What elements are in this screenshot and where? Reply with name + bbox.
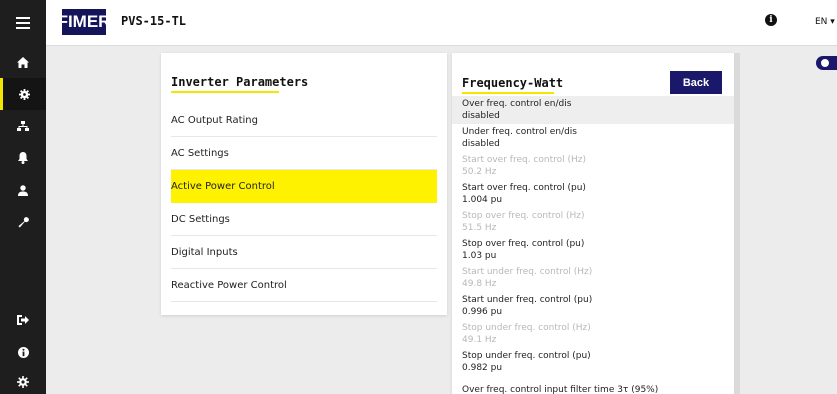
network-icon bbox=[17, 120, 29, 131]
wrench-icon bbox=[17, 216, 29, 228]
inverter-parameters-card: Inverter Parameters AC Output Rating AC … bbox=[161, 53, 447, 315]
sidebar-item-network[interactable] bbox=[0, 110, 46, 142]
param-value: 49.1 Hz bbox=[462, 335, 497, 345]
param-value: 51.5 Hz bbox=[462, 223, 497, 233]
param-label: Start under freq. control (pu) bbox=[462, 295, 593, 305]
fimer-logo: FIMER bbox=[58, 9, 110, 35]
param-label: Stop over freq. control (Hz) bbox=[462, 211, 585, 221]
param-stop-over-freq-hz: Stop over freq. control (Hz) 51.5 Hz bbox=[452, 208, 734, 236]
menu-item-ac-output-rating[interactable]: AC Output Rating bbox=[171, 104, 437, 137]
back-button[interactable]: Back bbox=[670, 71, 722, 94]
frequency-watt-card: Frequency-Watt Back Over freq. control e… bbox=[452, 53, 734, 394]
menu-item-label: Digital Inputs bbox=[171, 246, 238, 258]
param-label: Start under freq. control (Hz) bbox=[462, 267, 593, 277]
user-icon bbox=[18, 184, 28, 196]
frequency-watt-title-text: Frequency-Watt bbox=[462, 76, 564, 90]
content-scrollbar[interactable] bbox=[734, 53, 740, 394]
param-start-over-freq-hz: Start over freq. control (Hz) 50.2 Hz bbox=[452, 152, 734, 180]
sidebar-item-home[interactable] bbox=[0, 46, 46, 78]
param-stop-over-freq-pu[interactable]: Stop over freq. control (pu) 1.03 pu bbox=[452, 236, 734, 264]
settings-cog-icon bbox=[17, 376, 29, 388]
param-label: Stop under freq. control (Hz) bbox=[462, 323, 591, 333]
param-label: Start over freq. control (pu) bbox=[462, 183, 586, 193]
inverter-parameters-title-text: Inverter Parameters bbox=[171, 75, 309, 89]
menu-item-reactive-power-control[interactable]: Reactive Power Control bbox=[171, 269, 437, 302]
sidebar-item-tools[interactable] bbox=[0, 206, 46, 238]
param-value: 50.2 Hz bbox=[462, 167, 497, 177]
param-under-freq-control-en-dis[interactable]: Under freq. control en/dis disabled bbox=[452, 124, 734, 152]
sidebar-item-logout[interactable] bbox=[0, 304, 46, 336]
menu-item-label: Reactive Power Control bbox=[171, 279, 287, 291]
sidebar-item-alerts[interactable] bbox=[0, 142, 46, 174]
top-bar: FIMER PVS-15-TL i EN ▾ bbox=[0, 0, 837, 46]
logout-icon bbox=[17, 315, 29, 325]
sidebar bbox=[0, 46, 46, 394]
sidebar-item-settings[interactable] bbox=[0, 78, 46, 110]
bell-icon bbox=[18, 152, 28, 164]
param-label: Under freq. control en/dis bbox=[462, 127, 577, 137]
param-label: Stop over freq. control (pu) bbox=[462, 239, 585, 249]
param-value: disabled bbox=[462, 139, 500, 149]
param-over-freq-control-en-dis[interactable]: Over freq. control en/dis disabled bbox=[452, 96, 734, 124]
param-stop-under-freq-hz: Stop under freq. control (Hz) 49.1 Hz bbox=[452, 320, 734, 348]
menu-item-label: DC Settings bbox=[171, 213, 230, 225]
sidebar-item-system[interactable] bbox=[0, 366, 46, 394]
param-label: Stop under freq. control (pu) bbox=[462, 351, 591, 361]
menu-item-active-power-control[interactable]: Active Power Control bbox=[171, 170, 437, 203]
param-stop-under-freq-pu[interactable]: Stop under freq. control (pu) 0.982 pu bbox=[452, 348, 734, 376]
param-start-over-freq-pu[interactable]: Start over freq. control (pu) 1.004 pu bbox=[452, 180, 734, 208]
param-value: disabled bbox=[462, 111, 500, 121]
param-value: 0.996 pu bbox=[462, 307, 503, 317]
menu-item-ac-settings[interactable]: AC Settings bbox=[171, 137, 437, 170]
hamburger-icon bbox=[16, 17, 30, 29]
info-icon[interactable]: i bbox=[765, 14, 777, 26]
param-value: 0.982 pu bbox=[462, 363, 503, 373]
menu-item-digital-inputs[interactable]: Digital Inputs bbox=[171, 236, 437, 269]
view-toggle-switch[interactable] bbox=[816, 56, 837, 70]
param-start-under-freq-hz: Start under freq. control (Hz) 49.8 Hz bbox=[452, 264, 734, 292]
sidebar-item-info[interactable] bbox=[0, 336, 46, 368]
param-label: Start over freq. control (Hz) bbox=[462, 155, 586, 165]
menu-item-label: Active Power Control bbox=[171, 180, 275, 192]
inverter-parameters-title: Inverter Parameters bbox=[171, 75, 309, 93]
param-value: 1.03 pu bbox=[462, 251, 497, 261]
frequency-watt-title: Frequency-Watt bbox=[462, 76, 564, 94]
info-icon bbox=[17, 346, 29, 358]
menu-item-label: AC Output Rating bbox=[171, 114, 258, 126]
param-value: 1.004 pu bbox=[462, 195, 503, 205]
param-start-under-freq-pu[interactable]: Start under freq. control (pu) 0.996 pu bbox=[452, 292, 734, 320]
toggle-knob bbox=[821, 59, 829, 67]
home-icon bbox=[17, 56, 29, 68]
device-title: PVS-15-TL bbox=[121, 14, 187, 28]
gear-icon bbox=[19, 88, 30, 100]
menu-item-dc-settings[interactable]: DC Settings bbox=[171, 203, 437, 236]
param-value: 49.8 Hz bbox=[462, 279, 497, 289]
menu-item-label: AC Settings bbox=[171, 147, 229, 159]
hamburger-menu-button[interactable] bbox=[0, 0, 46, 46]
language-selector[interactable]: EN ▾ bbox=[815, 17, 835, 27]
param-label: Over freq. control en/dis bbox=[462, 99, 572, 109]
frequency-watt-parameter-list: Over freq. control en/dis disabled Under… bbox=[452, 96, 734, 394]
title-underline bbox=[171, 91, 279, 93]
parameter-category-list: AC Output Rating AC Settings Active Powe… bbox=[171, 104, 437, 302]
param-label: Over freq. control input filter time 3τ … bbox=[462, 385, 659, 394]
sidebar-item-user[interactable] bbox=[0, 174, 46, 206]
title-underline bbox=[462, 92, 554, 94]
param-over-freq-input-filter-time[interactable]: Over freq. control input filter time 3τ … bbox=[452, 376, 734, 394]
